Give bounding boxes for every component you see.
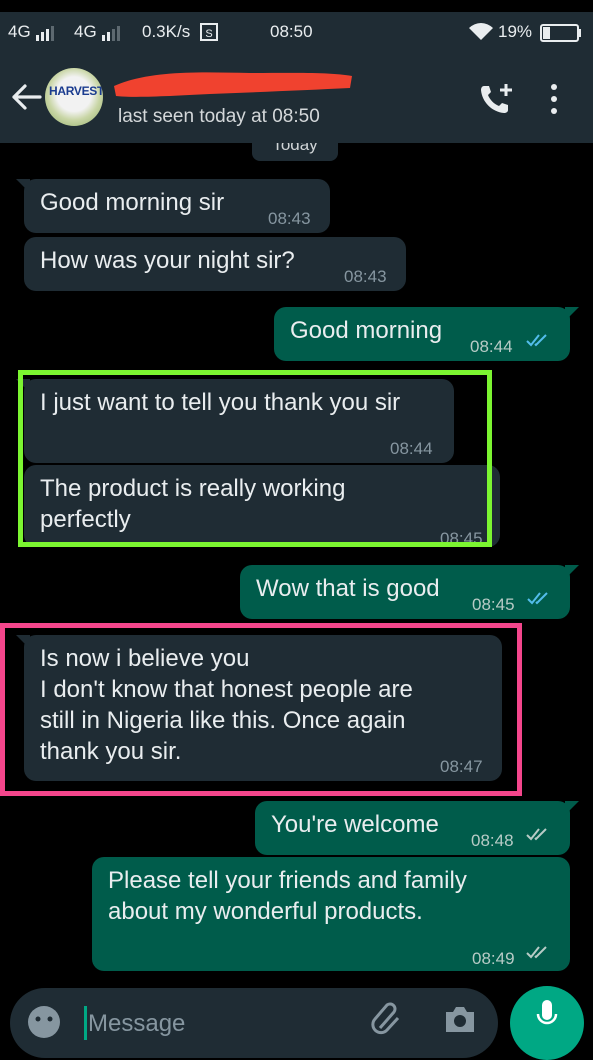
message-input-placeholder: Message xyxy=(88,1010,186,1037)
battery-icon xyxy=(540,24,581,42)
message-outgoing[interactable]: You're welcome 08:48 xyxy=(255,801,579,855)
message-outgoing[interactable]: Good morning 08:44 xyxy=(274,307,579,361)
chat-header: HARVEST last seen today at 08:50 xyxy=(0,54,593,143)
chat-area: Today Good morning sir 08:43 How was you… xyxy=(0,143,593,1024)
message-time: 08:43 xyxy=(268,209,311,228)
message-time: 08:48 xyxy=(471,831,514,850)
mic-button[interactable] xyxy=(510,986,584,1060)
message-time: 08:43 xyxy=(344,267,387,286)
date-chip: Today xyxy=(252,143,338,161)
attach-icon[interactable] xyxy=(370,1002,404,1036)
call-add-icon[interactable] xyxy=(478,82,516,116)
signal-icon xyxy=(102,26,120,41)
message-text: Good morning sir xyxy=(40,189,225,216)
pink-highlight-box xyxy=(0,623,522,796)
more-vert-icon[interactable] xyxy=(546,82,562,116)
signal-icon xyxy=(36,26,54,41)
green-highlight-box xyxy=(18,370,492,547)
network-label-2: 4G xyxy=(74,22,97,41)
message-composer[interactable]: Message xyxy=(10,988,498,1058)
message-text: Good morning xyxy=(290,317,443,344)
status-time: 08:50 xyxy=(270,22,313,41)
message-outgoing[interactable]: Wow that is good 08:45 xyxy=(240,565,579,619)
message-time: 08:45 xyxy=(472,595,515,614)
double-check-delivered-icon xyxy=(526,946,547,959)
double-check-read-icon xyxy=(527,592,548,605)
battery-percent: 19% xyxy=(498,22,533,41)
back-arrow-icon[interactable] xyxy=(10,80,44,114)
double-check-delivered-icon xyxy=(526,828,547,841)
message-time: 08:44 xyxy=(470,337,513,356)
message-text: How was your night sir? xyxy=(40,247,295,274)
network-speed: 0.3K/s xyxy=(142,22,191,41)
last-seen-status: last seen today at 08:50 xyxy=(118,106,320,127)
message-incoming[interactable]: Good morning sir 08:43 xyxy=(16,179,330,233)
redacted-contact-name xyxy=(114,72,352,97)
contact-avatar[interactable]: HARVEST xyxy=(45,68,103,126)
message-text: Please tell your friends and family abou… xyxy=(108,867,467,925)
svg-text:S: S xyxy=(205,28,212,40)
message-text: Wow that is good xyxy=(256,575,440,602)
message-time: 08:49 xyxy=(472,949,515,968)
text-cursor xyxy=(84,1006,87,1040)
message-text: You're welcome xyxy=(271,811,439,838)
message-outgoing[interactable]: Please tell your friends and family abou… xyxy=(92,857,570,971)
status-bar: 4G 4G 0.3K/s S 08:50 19% xyxy=(0,12,593,54)
camera-icon[interactable] xyxy=(442,1002,478,1036)
mic-icon xyxy=(536,1000,558,1025)
network-label-1: 4G xyxy=(8,22,31,41)
emoji-icon[interactable] xyxy=(26,1004,62,1040)
wifi-icon xyxy=(469,23,493,40)
double-check-read-icon xyxy=(526,334,547,347)
message-incoming[interactable]: How was your night sir? 08:43 xyxy=(24,237,406,291)
avatar-logo-text: HARVEST xyxy=(49,84,103,98)
screenshot-notification-icon: S xyxy=(200,23,218,41)
